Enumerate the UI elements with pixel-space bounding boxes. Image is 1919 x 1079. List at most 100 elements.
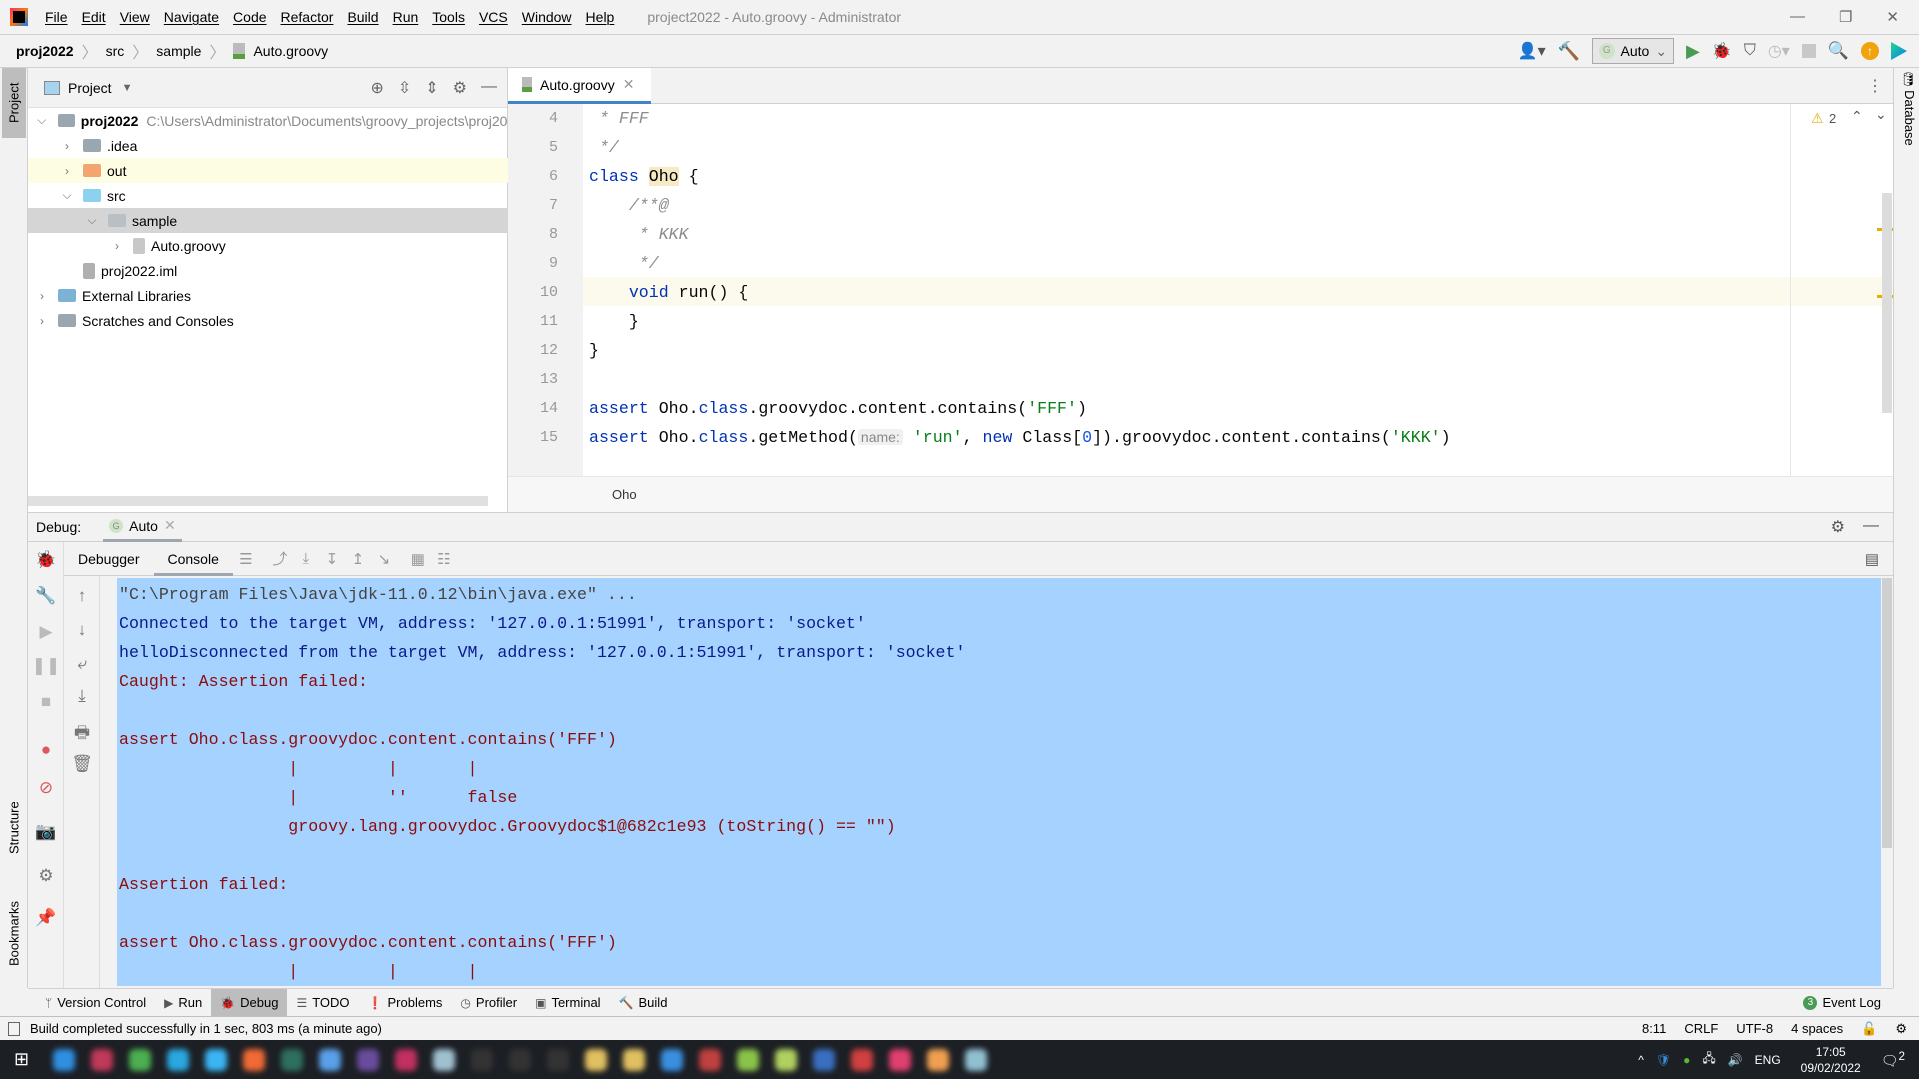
- trace-icon[interactable]: ☷: [431, 550, 457, 568]
- taskbar-app-icon[interactable]: [471, 1048, 494, 1071]
- windows-start-icon[interactable]: ⊞: [14, 1049, 29, 1070]
- structure-tool-tab[interactable]: Structure: [2, 788, 26, 868]
- chevron-right-icon[interactable]: ›: [36, 289, 48, 303]
- tree-item[interactable]: › .idea: [28, 133, 508, 158]
- volume-icon[interactable]: 🔊: [1728, 1053, 1743, 1067]
- stop-icon[interactable]: ■: [28, 692, 64, 712]
- tray-overflow-icon[interactable]: ^: [1638, 1053, 1644, 1067]
- hide-icon[interactable]: —: [1863, 517, 1879, 537]
- code-area[interactable]: * FFF */ class Oho { /**@ * KKK */ void r…: [508, 104, 1790, 476]
- tool-window-run[interactable]: ▶ Run: [155, 989, 211, 1017]
- restore-button[interactable]: ❐: [1839, 8, 1852, 26]
- database-tool-tab[interactable]: 🛢 Database: [1897, 70, 1917, 146]
- run-icon[interactable]: ▶: [1686, 41, 1700, 62]
- gear-icon[interactable]: ⚙: [453, 78, 467, 98]
- evaluate-expression-icon[interactable]: ▦: [405, 550, 431, 568]
- trash-icon[interactable]: 🗑: [64, 754, 100, 774]
- tree-item[interactable]: ⌵ src: [28, 183, 508, 208]
- menu-window[interactable]: Window: [515, 9, 579, 25]
- tool-window-terminal[interactable]: ▣ Terminal: [526, 989, 609, 1017]
- locate-icon[interactable]: ⊕: [370, 78, 383, 98]
- indent-setting[interactable]: 4 spaces: [1791, 1021, 1843, 1036]
- taskbar-app-icon[interactable]: [661, 1048, 684, 1071]
- settings-wrench-icon[interactable]: 🔧: [28, 586, 64, 606]
- tab-debugger[interactable]: Debugger: [64, 542, 154, 576]
- tool-window-debug[interactable]: 🐞 Debug: [211, 988, 288, 1017]
- expand-all-icon[interactable]: ⇳: [398, 78, 411, 98]
- menu-refactor[interactable]: Refactor: [274, 9, 341, 25]
- code-breadcrumb[interactable]: Oho: [508, 476, 1893, 512]
- chevron-right-icon[interactable]: ›: [36, 314, 48, 328]
- tool-window-profiler[interactable]: ◷ Profiler: [451, 989, 526, 1017]
- chevron-down-icon[interactable]: ⌵: [86, 213, 98, 228]
- lock-icon[interactable]: 🔓: [1861, 1021, 1877, 1037]
- taskbar-app-icon[interactable]: [509, 1048, 532, 1071]
- taskbar-app-icon[interactable]: [623, 1048, 646, 1071]
- chevron-down-icon[interactable]: ⌵: [61, 188, 73, 203]
- debug-icon[interactable]: 🐞: [1712, 41, 1732, 61]
- print-icon[interactable]: 🖶: [64, 720, 100, 749]
- menu-code[interactable]: Code: [226, 9, 273, 25]
- clock[interactable]: 17:05 09/02/2022: [1801, 1044, 1861, 1076]
- build-hammer-icon[interactable]: 🔨: [1558, 41, 1580, 62]
- step-out-icon[interactable]: ↥: [345, 550, 371, 568]
- breadcrumb-src[interactable]: src 〉: [106, 39, 157, 63]
- tree-item[interactable]: › External Libraries: [28, 283, 508, 308]
- taskbar-app-icon[interactable]: [813, 1048, 836, 1071]
- tool-window-build[interactable]: 🔨 Build: [610, 989, 677, 1017]
- line-separator[interactable]: CRLF: [1684, 1021, 1718, 1036]
- inspection-profile-icon[interactable]: ⚙: [1895, 1021, 1907, 1037]
- tab-console[interactable]: Console: [153, 542, 233, 576]
- breadcrumb-sample[interactable]: sample 〉: [156, 39, 233, 63]
- vertical-scrollbar[interactable]: [1882, 193, 1892, 413]
- mute-breakpoints-icon[interactable]: ⊘: [28, 778, 64, 798]
- run-to-cursor-icon[interactable]: ↘: [371, 550, 397, 568]
- language-indicator[interactable]: ENG: [1755, 1053, 1781, 1067]
- menu-vcs[interactable]: VCS: [472, 9, 515, 25]
- close-window-button[interactable]: ✕: [1886, 8, 1899, 26]
- taskbar-app-icon[interactable]: [433, 1048, 456, 1071]
- up-arrow-icon[interactable]: ↑: [64, 586, 100, 606]
- stop-icon[interactable]: [1801, 44, 1816, 58]
- run-config-select[interactable]: G Auto ⌄: [1592, 38, 1675, 64]
- previous-highlight-icon[interactable]: ⌃: [1851, 108, 1863, 125]
- network-icon[interactable]: 🖧: [1702, 1049, 1715, 1070]
- step-over-icon[interactable]: ⤓: [293, 550, 319, 567]
- taskbar-app-icon[interactable]: [91, 1048, 114, 1071]
- breadcrumb-file[interactable]: Auto.groovy: [233, 43, 328, 59]
- minimize-button[interactable]: —: [1790, 8, 1805, 26]
- tree-item[interactable]: ⌵ sample: [28, 208, 508, 233]
- taskbar-app-icon[interactable]: [243, 1048, 266, 1071]
- tree-item[interactable]: › Auto.groovy: [28, 233, 508, 258]
- more-options-icon[interactable]: ⋮: [1867, 76, 1883, 96]
- menu-view[interactable]: View: [113, 9, 157, 25]
- taskbar-app-icon[interactable]: [851, 1048, 874, 1071]
- bookmarks-tool-tab[interactable]: Bookmarks: [2, 883, 26, 983]
- taskbar-app-icon[interactable]: [395, 1048, 418, 1071]
- taskbar-app-icon[interactable]: [129, 1048, 152, 1071]
- menu-navigate[interactable]: Navigate: [157, 9, 226, 25]
- collapse-all-icon[interactable]: ⇕: [425, 78, 438, 98]
- next-highlight-icon[interactable]: ⌄: [1875, 106, 1887, 123]
- notifications-icon[interactable]: 🗨2: [1881, 1050, 1905, 1070]
- menu-help[interactable]: Help: [579, 9, 622, 25]
- taskbar-app-icon[interactable]: [205, 1048, 228, 1071]
- scroll-to-end-icon[interactable]: ⤓: [64, 686, 100, 706]
- taskbar-app-icon[interactable]: [927, 1048, 950, 1071]
- close-session-icon[interactable]: ✕: [164, 517, 176, 534]
- camera-icon[interactable]: 📷: [28, 822, 64, 842]
- taskbar-app-icon[interactable]: [965, 1048, 988, 1071]
- menu-run[interactable]: Run: [386, 9, 426, 25]
- defender-icon[interactable]: 🛡: [1656, 1053, 1671, 1067]
- view-breakpoints-icon[interactable]: ●: [28, 740, 64, 760]
- security-icon[interactable]: ●: [1683, 1053, 1690, 1067]
- taskbar-app-icon[interactable]: [775, 1048, 798, 1071]
- menu-edit[interactable]: Edit: [75, 9, 113, 25]
- taskbar-app-icon[interactable]: [53, 1048, 76, 1071]
- caret-position[interactable]: 8:11: [1642, 1021, 1666, 1036]
- tree-item[interactable]: › out: [28, 158, 508, 183]
- tab-auto-groovy[interactable]: Auto.groovy ✕: [508, 68, 651, 104]
- horizontal-scrollbar[interactable]: [28, 496, 488, 506]
- taskbar-app-icon[interactable]: [737, 1048, 760, 1071]
- hide-icon[interactable]: —: [481, 78, 497, 98]
